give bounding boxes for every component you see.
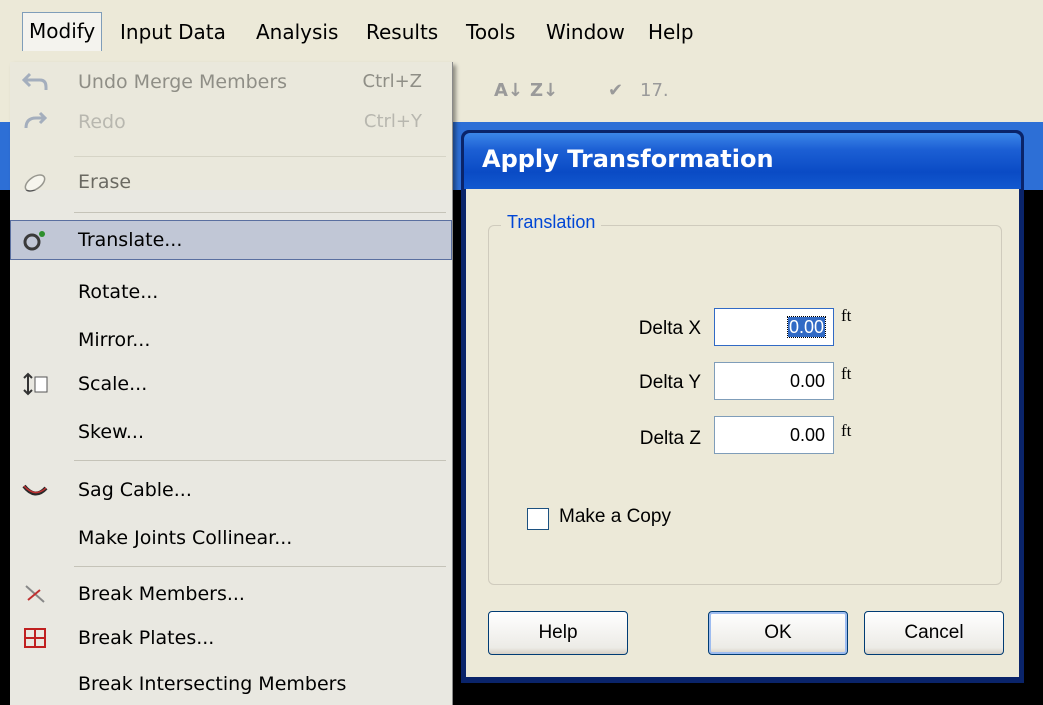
make-copy-label: Make a Copy [559,506,671,527]
redo-icon [24,111,48,129]
help-button[interactable]: Help [488,611,628,655]
translation-group: Translation Delta X 0.00 ft Delta Y 0.00… [488,212,1002,585]
delta-x-input[interactable]: 0.00 [714,308,834,346]
menu-item-label: Redo [78,111,126,133]
menu-item-shortcut: Ctrl+Z [362,71,422,92]
dialog-body: Translation Delta X 0.00 ft Delta Y 0.00… [466,189,1019,677]
menu-item-label: Break Intersecting Members [78,673,347,695]
menu-bar: Modify Input Data Analysis Results Tools… [0,0,1043,65]
undo-icon [22,72,48,90]
menu-item-label: Mirror... [78,329,151,351]
menu-help[interactable]: Help [642,14,700,50]
menu-item-sag-cable[interactable]: Sag Cable... [10,470,452,510]
menu-input-data[interactable]: Input Data [114,14,232,50]
menu-results[interactable]: Results [360,14,444,50]
checkmark-icon[interactable]: ✔ [608,80,623,101]
menu-item-label: Sag Cable... [78,479,192,501]
menu-separator [74,566,446,567]
eraser-icon [24,174,46,192]
menu-item-rotate[interactable]: Rotate... [10,272,452,312]
menu-item-label: Undo Merge Members [78,71,288,93]
apply-transformation-dialog: Apply Transformation Translation Delta X… [461,130,1024,683]
make-copy-checkbox[interactable] [527,508,549,530]
menu-item-make-joints-collinear[interactable]: Make Joints Collinear... [10,518,452,558]
delta-z-input[interactable]: 0.00 [714,416,834,454]
delta-y-unit: ft [841,364,852,383]
cable-icon [22,484,48,496]
modify-menu: Undo Merge Members Ctrl+Z Redo Ctrl+Y Er… [10,62,453,705]
sort-descending-icon[interactable]: Z↓ [530,80,558,101]
scale-icon [23,372,48,396]
menu-item-label: Translate... [78,229,183,251]
menu-item-label: Skew... [78,421,144,443]
menu-item-label: Erase [78,171,132,193]
ok-button[interactable]: OK [708,611,848,655]
menu-item-break-plates[interactable]: Break Plates... [10,618,452,658]
delta-y-label: Delta Y [639,372,701,393]
menu-analysis[interactable]: Analysis [250,14,344,50]
menu-item-scale[interactable]: Scale... [10,364,452,404]
dialog-title: Apply Transformation [482,145,774,173]
menu-item-skew[interactable]: Skew... [10,412,452,452]
dialog-titlebar[interactable]: Apply Transformation [464,133,1021,189]
menu-item-break-members[interactable]: Break Members... [10,574,452,614]
cancel-button[interactable]: Cancel [864,611,1004,655]
menu-tools[interactable]: Tools [460,14,521,50]
menu-window[interactable]: Window [540,14,631,50]
sort-ascending-icon[interactable]: A↓ [494,80,523,101]
translation-group-label: Translation [501,212,602,233]
menu-item-label: Break Plates... [78,627,215,649]
break-plates-icon [24,628,46,648]
delta-x-value: 0.00 [786,316,827,338]
break-members-icon [25,585,45,603]
menu-separator [74,212,446,213]
delta-z-unit: ft [841,421,852,440]
menu-item-label: Break Members... [78,583,245,605]
menu-separator [74,156,446,157]
menu-item-mirror[interactable]: Mirror... [10,320,452,360]
menu-item-redo[interactable]: Redo Ctrl+Y [10,102,452,142]
menu-separator [74,460,446,461]
menu-item-undo[interactable]: Undo Merge Members Ctrl+Z [10,62,452,102]
delta-x-unit: ft [841,306,852,325]
menu-item-break-intersecting-members[interactable]: Break Intersecting Members [10,664,452,704]
menu-modify[interactable]: Modify [22,12,103,51]
menu-item-translate[interactable]: Translate... [10,220,452,260]
translate-icon [23,231,45,251]
menu-item-label: Rotate... [78,281,159,303]
delta-x-label: Delta X [638,318,701,339]
menu-item-shortcut: Ctrl+Y [363,111,422,132]
zoom-readout: 17. [640,80,669,101]
delta-z-label: Delta Z [639,428,701,449]
menu-item-label: Scale... [78,373,148,395]
delta-y-input[interactable]: 0.00 [714,362,834,400]
menu-item-label: Make Joints Collinear... [78,527,293,549]
menu-item-erase[interactable]: Erase [10,162,452,202]
